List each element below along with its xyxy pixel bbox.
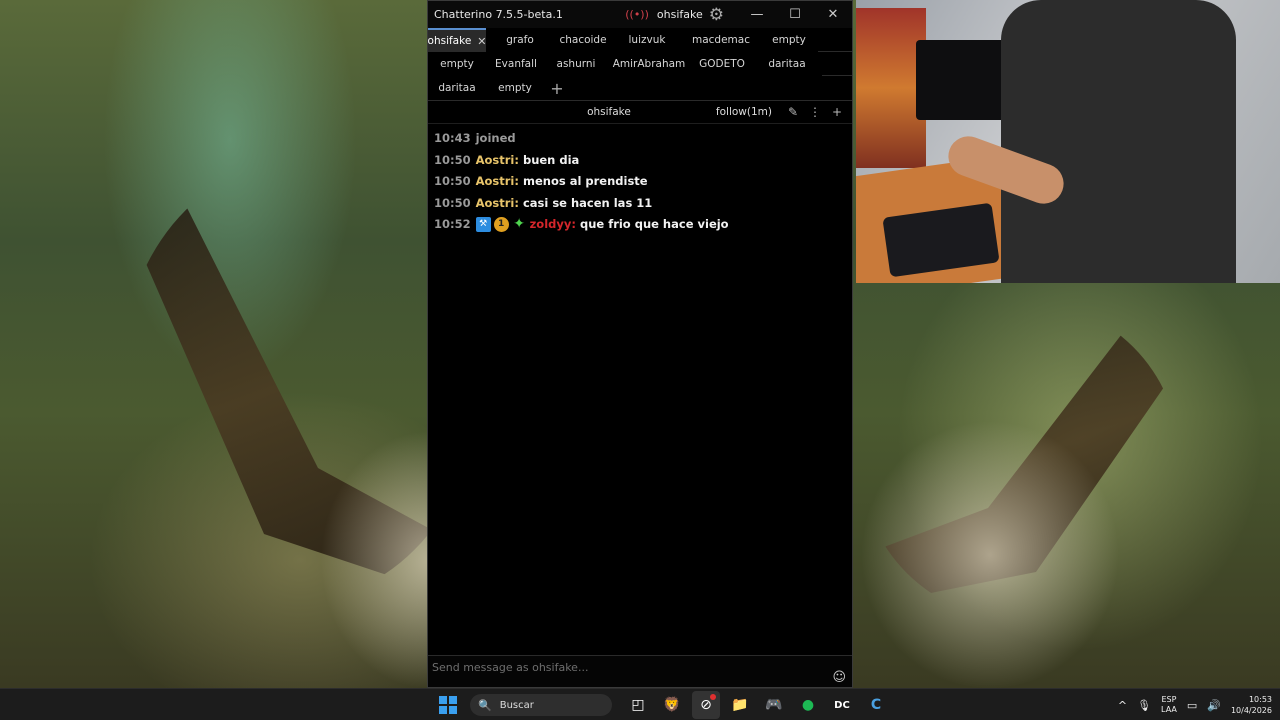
taskbar: 🔍 Buscar ◰ 🦁 ⊘ 📁 🎮 ● DC C ^ 🎙 ESP LAA ▭ … [0,688,1280,720]
taskbar-clock[interactable]: 10:53 10/4/2026 [1231,694,1272,716]
message-username[interactable]: Aostri: [476,193,519,215]
message-timestamp: 10:50 [434,152,471,167]
account-username[interactable]: ohsifake [657,8,703,21]
tab-amirabraham[interactable]: AmirAbraham [606,52,692,76]
window-title: Chatterino 7.5.5-beta.1 [434,8,563,21]
tab-bar: ohsifake ✕ grafo chacoide luizvuk macdem… [428,28,852,100]
split-header: ohsifake follow(1m) ✎ ⋮ + [428,100,852,124]
wallpaper-fur [860,420,1120,688]
discord-icon[interactable]: 🎮 [760,691,788,719]
tab-grafo[interactable]: grafo [486,28,554,52]
chat-message: 10:50 Aostri: menos al prendiste [434,171,846,193]
title-bar: Chatterino 7.5.5-beta.1 ((•)) ohsifake ⚙… [428,1,852,28]
tab-row: daritaa empty + [428,76,852,100]
display-icon[interactable]: ▭ [1187,699,1197,712]
dc-app-icon[interactable]: DC [828,691,856,719]
message-text: casi se hacen las 11 [522,195,653,210]
chatterino-icon[interactable]: C [862,691,890,719]
tab-empty[interactable]: empty [428,52,486,76]
maximize-button[interactable]: ☐ [776,7,814,22]
chevron-up-icon[interactable]: ^ [1118,699,1127,712]
chat-message: 10:52 ⚒ 1 ✦ zoldyy: que frio que hace vi… [434,214,846,236]
channel-name[interactable]: ohsifake [432,106,716,118]
message-timestamp: 10:43 [434,131,471,145]
message-username[interactable]: Aostri: [476,150,519,172]
search-placeholder: Buscar [499,699,534,711]
microphone-icon[interactable]: 🎙 [1137,699,1151,712]
input-language[interactable]: ESP LAA [1161,695,1177,715]
task-view-icon[interactable]: ◰ [624,691,652,719]
tab-luizvuk[interactable]: luizvuk [612,28,682,52]
windows-start-icon[interactable] [436,693,460,717]
tab-empty[interactable]: empty [486,76,544,100]
minimize-button[interactable]: — [738,7,776,22]
chat-messages: 10:43 joined 10:50 Aostri: buen dia 10:5… [428,124,852,654]
tab-macdemac[interactable]: macdemac [682,28,760,52]
webcam-wall-sign [916,40,1006,120]
message-text: buen dia [522,152,580,167]
message-text: menos al prendiste [522,174,648,188]
tab-row: ohsifake ✕ grafo chacoide luizvuk macdem… [428,28,852,52]
message-input[interactable]: Send message as ohsifake... ☺ [428,655,852,687]
emoji-icon[interactable]: ☺ [832,670,846,685]
tab-chacoide[interactable]: chacoide [554,28,612,52]
system-tray: ^ 🎙 ESP LAA ▭ 🔊 10:53 10/4/2026 [1118,689,1272,720]
message-username[interactable]: zoldyy: [530,214,576,236]
edit-icon[interactable]: ✎ [782,105,804,119]
sparkle-badge-icon[interactable]: ✦ [512,216,527,232]
message-timestamp: 10:52 [434,217,471,231]
message-username[interactable]: Aostri: [476,171,519,193]
chat-message: 10:43 joined [434,128,846,150]
message-text: que frio que hace viejo [579,217,729,231]
keyboard-layout: LAA [1161,705,1177,714]
chat-message: 10:50 Aostri: casi se hacen las 11 [434,193,846,215]
file-explorer-icon[interactable]: 📁 [726,691,754,719]
menu-icon[interactable]: ⋮ [804,105,826,119]
clock-date: 10/4/2026 [1230,706,1272,715]
tab-ashurni[interactable]: ashurni [546,52,606,76]
notification-dot [710,694,716,700]
taskbar-search-box[interactable]: 🔍 Buscar [470,694,612,716]
language-code: ESP [1161,695,1177,704]
chat-mode-indicator[interactable]: follow(1m) [716,106,772,118]
spotify-icon[interactable]: ● [794,691,822,719]
tab-ohsifake[interactable]: ohsifake ✕ [427,28,487,52]
clock-time: 10:53 [1248,695,1272,704]
brave-browser-icon[interactable]: 🦁 [658,691,686,719]
volume-icon[interactable]: 🔊 [1207,699,1221,712]
add-tab-button[interactable]: + [544,76,570,100]
webcam-overlay [856,0,1280,283]
taskbar-apps: 🔍 Buscar ◰ 🦁 ⊘ 📁 🎮 ● DC C [436,689,890,720]
system-message-text: joined [475,131,516,145]
message-timestamp: 10:50 [434,174,471,188]
search-icon: 🔍 [478,698,492,712]
obs-glyph: ⊘ [700,697,712,713]
message-input-placeholder: Send message as ohsifake... [432,661,589,674]
webcam-person [1001,0,1236,283]
tab-evanfall[interactable]: Evanfall [486,52,546,76]
chat-message: 10:50 Aostri: buen dia [434,150,846,172]
tab-daritaa[interactable]: daritaa [428,76,486,100]
obs-icon[interactable]: ⊘ [692,691,720,719]
message-timestamp: 10:50 [434,195,471,210]
moderator-badge-icon[interactable]: ⚒ [475,217,491,233]
subscriber-badge-icon[interactable]: 1 [493,217,509,233]
tab-daritaa[interactable]: daritaa [752,52,822,76]
tab-godeto[interactable]: GODETO [692,52,752,76]
close-button[interactable]: ✕ [814,7,852,22]
gear-icon[interactable]: ⚙ [709,5,724,25]
tab-row: empty Evanfall ashurni AmirAbraham GODET… [428,52,852,76]
chatterino-window: Chatterino 7.5.5-beta.1 ((•)) ohsifake ⚙… [427,0,853,688]
add-split-icon[interactable]: + [826,105,848,119]
tab-empty[interactable]: empty [760,28,818,52]
live-status-icon[interactable]: ((•)) [625,8,649,21]
tab-label: ohsifake [427,35,472,47]
